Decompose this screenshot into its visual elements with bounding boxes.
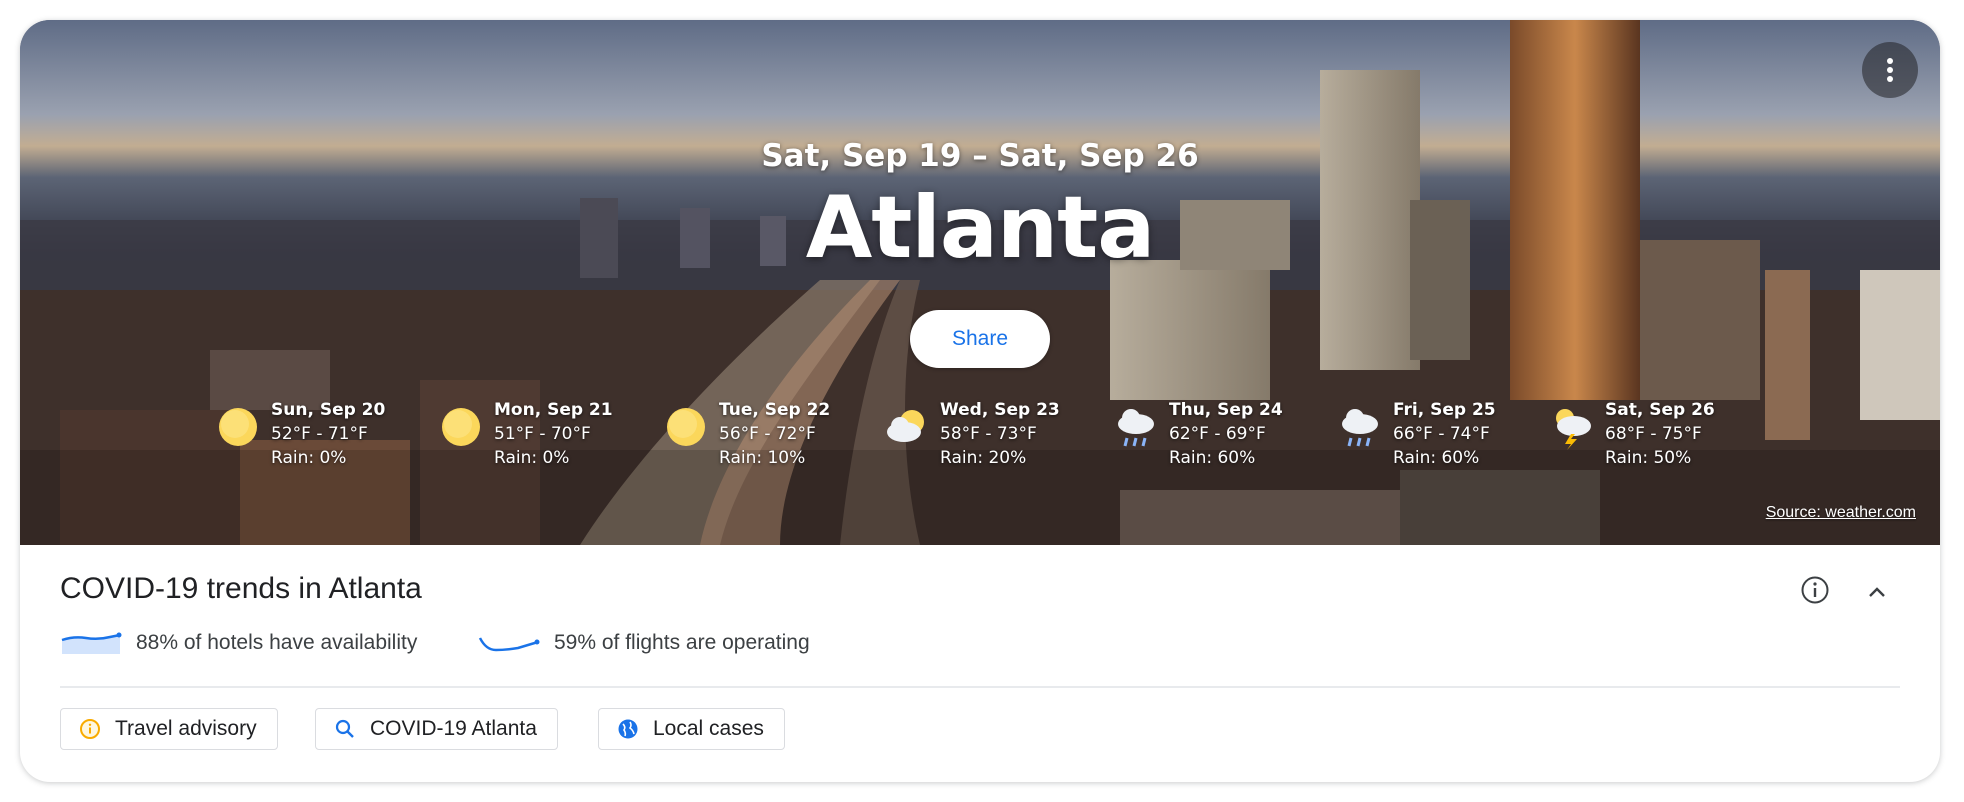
weather-source-link[interactable]: Source: weather.com xyxy=(1766,504,1916,522)
forecast-rain: Rain: 0% xyxy=(494,448,570,468)
forecast-day-label: Sat, Sep 26 xyxy=(1605,400,1715,420)
sunny-icon xyxy=(667,408,705,446)
sunny-icon xyxy=(219,408,257,446)
divider xyxy=(60,686,1900,688)
rain-icon xyxy=(1118,409,1154,447)
forecast-day: Wed, Sep 23 58°F - 73°F Rain: 20% xyxy=(884,398,1060,478)
local-cases-chip[interactable]: Local cases xyxy=(598,708,785,750)
globe-icon xyxy=(618,719,638,739)
chevron-up-icon[interactable] xyxy=(1863,578,1891,606)
forecast-day-label: Thu, Sep 24 xyxy=(1169,400,1283,420)
travel-advisory-label: Travel advisory xyxy=(115,717,257,740)
forecast-day-label: Mon, Sep 21 xyxy=(494,400,613,420)
forecast-rain: Rain: 50% xyxy=(1605,448,1692,468)
hero-banner: Sat, Sep 19 – Sat, Sep 26 Atlanta Share … xyxy=(20,20,1940,545)
more-options-button[interactable] xyxy=(1862,42,1918,98)
city-title: Atlanta xyxy=(805,178,1156,278)
rain-icon xyxy=(1342,409,1378,447)
flights-stat-text: 59% of flights are operating xyxy=(554,631,810,654)
forecast-rain: Rain: 60% xyxy=(1393,448,1480,468)
covid-trends-title: COVID-19 trends in Atlanta xyxy=(60,572,422,605)
forecast-day: Mon, Sep 21 51°F - 70°F Rain: 0% xyxy=(438,398,613,478)
forecast-day: Fri, Sep 25 66°F - 74°F Rain: 60% xyxy=(1337,398,1496,478)
travel-advisory-chip[interactable]: Travel advisory xyxy=(60,708,278,750)
hotels-stat: 88% of hotels have availability xyxy=(60,630,417,656)
forecast-day-label: Tue, Sep 22 xyxy=(719,400,831,420)
forecast-day-label: Wed, Sep 23 xyxy=(940,400,1060,420)
forecast-temp: 58°F - 73°F xyxy=(940,424,1037,444)
forecast-temp: 51°F - 70°F xyxy=(494,424,591,444)
covid-atlanta-label: COVID-19 Atlanta xyxy=(370,717,537,740)
flights-stat: 59% of flights are operating xyxy=(478,630,810,656)
thunderstorm-icon xyxy=(1556,409,1591,450)
more-vert-icon xyxy=(1887,58,1893,82)
forecast-day: Thu, Sep 24 62°F - 69°F Rain: 60% xyxy=(1113,398,1283,478)
forecast-temp: 52°F - 71°F xyxy=(271,424,368,444)
date-range: Sat, Sep 19 – Sat, Sep 26 xyxy=(761,138,1199,174)
hotels-trend-icon xyxy=(61,632,122,654)
forecast-rain: Rain: 0% xyxy=(271,448,347,468)
flights-trend-icon xyxy=(478,637,540,652)
forecast-temp: 68°F - 75°F xyxy=(1605,424,1702,444)
forecast-day: Sun, Sep 20 52°F - 71°F Rain: 0% xyxy=(215,398,385,478)
covid-atlanta-chip[interactable]: COVID-19 Atlanta xyxy=(315,708,558,750)
forecast-rain: Rain: 10% xyxy=(719,448,806,468)
hotels-stat-text: 88% of hotels have availability xyxy=(136,631,418,654)
sunny-icon xyxy=(442,408,480,446)
forecast-day: Tue, Sep 22 56°F - 72°F Rain: 10% xyxy=(663,398,830,478)
forecast-rain: Rain: 60% xyxy=(1169,448,1256,468)
destination-card: Sat, Sep 19 – Sat, Sep 26 Atlanta Share … xyxy=(20,20,1940,782)
partly-cloudy-icon xyxy=(887,410,924,442)
forecast-day-label: Sun, Sep 20 xyxy=(271,400,386,420)
forecast-temp: 62°F - 69°F xyxy=(1169,424,1266,444)
forecast-rain: Rain: 20% xyxy=(940,448,1027,468)
info-icon[interactable] xyxy=(1800,575,1830,605)
warning-info-icon xyxy=(80,719,100,739)
forecast-day: Sat, Sep 26 68°F - 75°F Rain: 50% xyxy=(1549,398,1715,478)
forecast-day-label: Fri, Sep 25 xyxy=(1393,400,1496,420)
share-button[interactable]: Share xyxy=(910,310,1050,368)
forecast-temp: 56°F - 72°F xyxy=(719,424,816,444)
forecast-temp: 66°F - 74°F xyxy=(1393,424,1490,444)
search-icon xyxy=(335,719,354,738)
local-cases-label: Local cases xyxy=(653,717,764,740)
